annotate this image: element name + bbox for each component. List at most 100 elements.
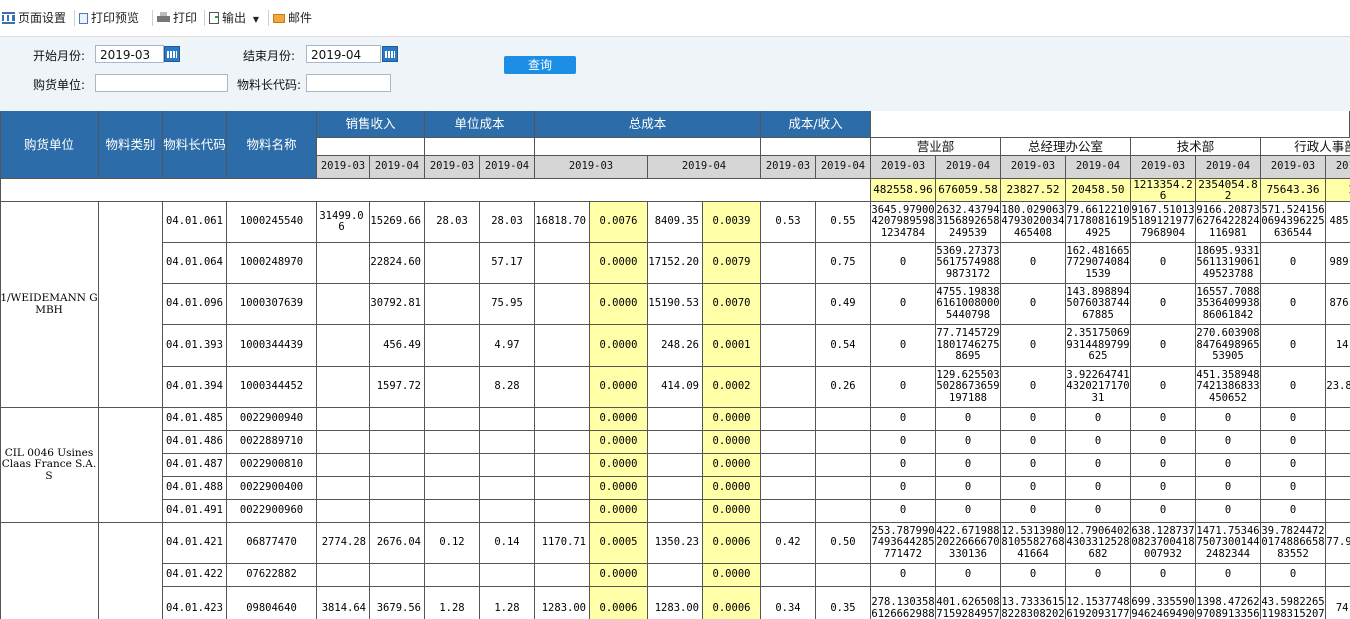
table-cell-r04y: 0.0000 bbox=[703, 454, 761, 477]
dept-cost-cell: 0 bbox=[1196, 454, 1261, 477]
table-cell-s03 bbox=[317, 408, 370, 431]
table-cell-s04 bbox=[370, 454, 425, 477]
table-cell-t04 bbox=[648, 564, 703, 587]
table-cell-s04: 30792.81 bbox=[370, 284, 425, 325]
table-cell-u04 bbox=[480, 408, 535, 431]
table-cell-t04: 17152.20 bbox=[648, 243, 703, 284]
header-unit-cost: 单位成本 bbox=[425, 111, 535, 138]
table-cell-r04y: 0.0039 bbox=[703, 202, 761, 243]
dept-cost-cell: 0 bbox=[1261, 367, 1326, 408]
table-cell-name: 1000307639 bbox=[227, 284, 317, 325]
dept-cost-cell: 0 bbox=[1131, 564, 1196, 587]
page-setup-button[interactable]: 页面设置 bbox=[2, 10, 66, 26]
table-cell-name: 0022900400 bbox=[227, 477, 317, 500]
table-cell-s03: 3814.64 bbox=[317, 587, 370, 619]
table-cell-code: 04.01.486 bbox=[163, 431, 227, 454]
table-cell-t04 bbox=[648, 431, 703, 454]
dept-cost-cell: 0 bbox=[1196, 500, 1261, 523]
table-cell-u04: 57.17 bbox=[480, 243, 535, 284]
dept-cost-cell: 0 bbox=[1326, 500, 1350, 523]
table-cell-s04: 456.49 bbox=[370, 325, 425, 367]
report-table: 购货单位 物料类别 物料长代码 物料名称 销售收入 单位成本 总成本 成本/收入 营业部 总经理办… bbox=[0, 111, 1350, 619]
dept-cost-cell: 0 bbox=[1196, 564, 1261, 587]
table-cell-code: 04.01.064 bbox=[163, 243, 227, 284]
table-cell-c04: 0.26 bbox=[816, 367, 871, 408]
query-button[interactable]: 查询 bbox=[504, 56, 576, 74]
header-month: 2019-04 bbox=[480, 156, 535, 179]
dept-cost-cell: 0 bbox=[1261, 431, 1326, 454]
header-month: 2019-04 bbox=[1066, 156, 1131, 179]
table-cell-c04 bbox=[816, 408, 871, 431]
table-cell-name: 1000344439 bbox=[227, 325, 317, 367]
table-cell-u04 bbox=[480, 431, 535, 454]
table-cell-t03 bbox=[535, 284, 590, 325]
table-cell-s04 bbox=[370, 408, 425, 431]
dept-cost-cell: 0 bbox=[1261, 408, 1326, 431]
end-month-input[interactable]: 2019-04 bbox=[306, 45, 381, 63]
table-cell-t03: 1170.71 bbox=[535, 523, 590, 564]
dept-cost-cell: 2632.43794 3156892658 249539 bbox=[936, 202, 1001, 243]
table-cell-t04: 8409.35 bbox=[648, 202, 703, 243]
dept-cost-cell: 0 bbox=[936, 431, 1001, 454]
table-cell-code: 04.01.061 bbox=[163, 202, 227, 243]
toolbar-divider bbox=[152, 10, 153, 26]
print-preview-button[interactable]: 打印预览 bbox=[79, 10, 139, 26]
calendar-icon[interactable] bbox=[382, 46, 398, 62]
dept-cost-cell: 0 bbox=[1066, 408, 1131, 431]
table-cell-t03: 1283.00 bbox=[535, 587, 590, 619]
dept-cost-cell: 0 bbox=[936, 454, 1001, 477]
dept-cost-cell: 12.5313980 8105582768 41664 bbox=[1001, 523, 1066, 564]
buyer-input[interactable] bbox=[95, 74, 228, 92]
table-cell-t03 bbox=[535, 243, 590, 284]
dept-cost-cell: 0 bbox=[936, 500, 1001, 523]
dept-cost-cell: 0 bbox=[1131, 367, 1196, 408]
table-cell-c03 bbox=[761, 367, 816, 408]
dept-cost-cell: 0 bbox=[871, 243, 936, 284]
table-cell-code: 04.01.488 bbox=[163, 477, 227, 500]
material-code-input[interactable] bbox=[306, 74, 391, 92]
table-cell-code: 04.01.485 bbox=[163, 408, 227, 431]
table-cell-t04: 1350.23 bbox=[648, 523, 703, 564]
table-cell-c04 bbox=[816, 454, 871, 477]
material-code-label: 物料长代码: bbox=[237, 78, 302, 92]
table-cell-c04 bbox=[816, 431, 871, 454]
table-cell-s04: 3679.56 bbox=[370, 587, 425, 619]
start-month-input[interactable]: 2019-03 bbox=[95, 45, 164, 63]
dept-cost-cell: 0 bbox=[871, 367, 936, 408]
table-cell-r04y: 0.0001 bbox=[703, 325, 761, 367]
table-cell-c03 bbox=[761, 477, 816, 500]
dept-cost-cell: 143.898894 5076038744 67885 bbox=[1066, 284, 1131, 325]
header-spacer bbox=[535, 138, 761, 156]
table-cell-t04 bbox=[648, 477, 703, 500]
table-cell-c03: 0.42 bbox=[761, 523, 816, 564]
mail-icon bbox=[273, 14, 285, 23]
calendar-icon[interactable] bbox=[164, 46, 180, 62]
header-month: 2019-03 bbox=[425, 156, 480, 179]
header-month: 2019-03 bbox=[535, 156, 648, 179]
dept-cost-cell: 74. 721 bbox=[1326, 587, 1350, 619]
dept-cost-cell: 0 bbox=[871, 408, 936, 431]
dept-cost-cell: 129.625503 5028673659 197188 bbox=[936, 367, 1001, 408]
toolbar-divider bbox=[74, 10, 75, 26]
table-cell-s03 bbox=[317, 477, 370, 500]
page-setup-icon bbox=[2, 12, 15, 24]
dept-cost-cell: 13.7333615 8228308202 bbox=[1001, 587, 1066, 619]
dept-total: 20458.50 bbox=[1066, 179, 1131, 202]
table-cell-c04: 0.75 bbox=[816, 243, 871, 284]
mail-button[interactable]: 邮件 bbox=[273, 10, 312, 26]
toolbar-divider bbox=[268, 10, 269, 26]
table-cell-r04y: 0.0000 bbox=[703, 477, 761, 500]
category-cell bbox=[99, 523, 163, 619]
table-cell-s03 bbox=[317, 243, 370, 284]
table-cell-s03 bbox=[317, 325, 370, 367]
header-material-code: 物料长代码 bbox=[163, 111, 227, 179]
dept-total: 23827.52 bbox=[1001, 179, 1066, 202]
dept-cost-cell: 0 bbox=[1131, 431, 1196, 454]
print-button[interactable]: 打印 bbox=[157, 10, 197, 26]
dept-cost-cell: 4755.19838 6161008000 5440798 bbox=[936, 284, 1001, 325]
table-cell-t04: 414.09 bbox=[648, 367, 703, 408]
export-button[interactable]: 输出 ▼ bbox=[209, 10, 259, 26]
dept-cost-cell: 571.524156 0694396225 636544 bbox=[1261, 202, 1326, 243]
dept-cost-cell: 0 bbox=[1261, 477, 1326, 500]
table-cell-code: 04.01.422 bbox=[163, 564, 227, 587]
